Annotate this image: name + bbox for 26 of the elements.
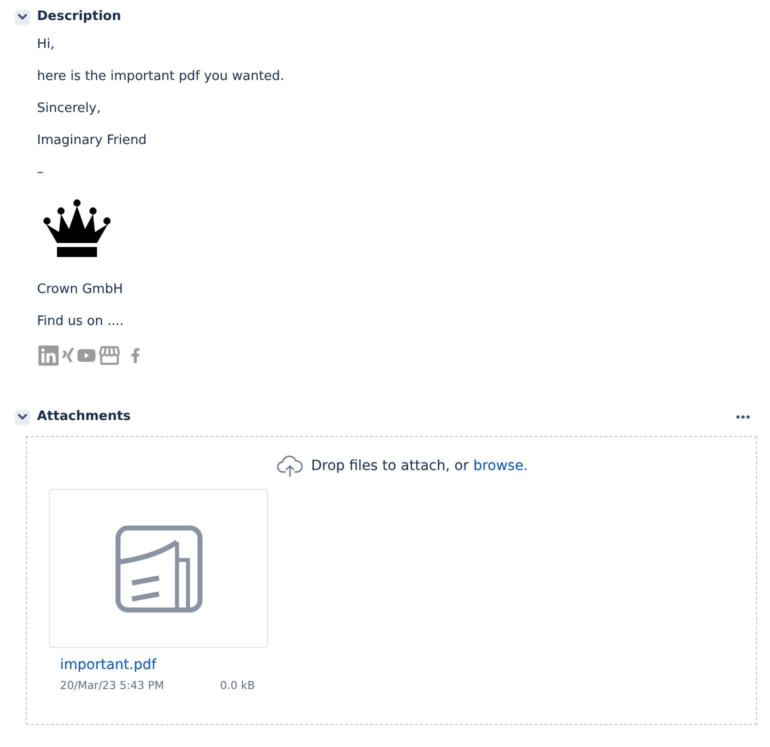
section-title: Description <box>37 9 122 25</box>
description-paragraph: Sincerely, <box>37 100 101 118</box>
chevron-down-icon <box>18 14 27 20</box>
cloud-upload-icon <box>277 455 304 477</box>
file-date: 20/Mar/23 5:43 PM <box>60 678 165 694</box>
section-title: Attachments <box>37 409 131 425</box>
drop-hint: Drop files to attach, or browse. <box>311 457 528 476</box>
xing-icon[interactable] <box>60 347 76 363</box>
crown-logo <box>43 199 111 257</box>
linkedin-icon[interactable] <box>37 344 60 366</box>
section-toggle[interactable] <box>15 410 30 424</box>
section-toggle[interactable] <box>15 10 30 24</box>
description-paragraph: here is the important pdf you wanted. <box>37 68 284 86</box>
file-preview-card[interactable] <box>49 489 268 648</box>
chevron-down-icon <box>18 414 27 420</box>
document-icon <box>114 524 202 612</box>
browse-link[interactable]: browse. <box>473 458 528 474</box>
file-size: 0.0 kB <box>220 678 255 694</box>
more-icon <box>736 415 750 419</box>
company-name: Crown GmbH <box>37 281 123 299</box>
description-paragraph: – <box>37 164 44 182</box>
find-us-text: Find us on .... <box>37 313 124 331</box>
description-paragraph: Imaginary Friend <box>37 132 147 150</box>
drop-zone[interactable]: Drop files to attach, or browse. important.pdf 20/Mar/23 5:43 PM 0.0 kB <box>26 436 757 725</box>
file-name-link[interactable]: important.pdf <box>60 655 156 675</box>
description-paragraph: Hi, <box>37 36 55 54</box>
